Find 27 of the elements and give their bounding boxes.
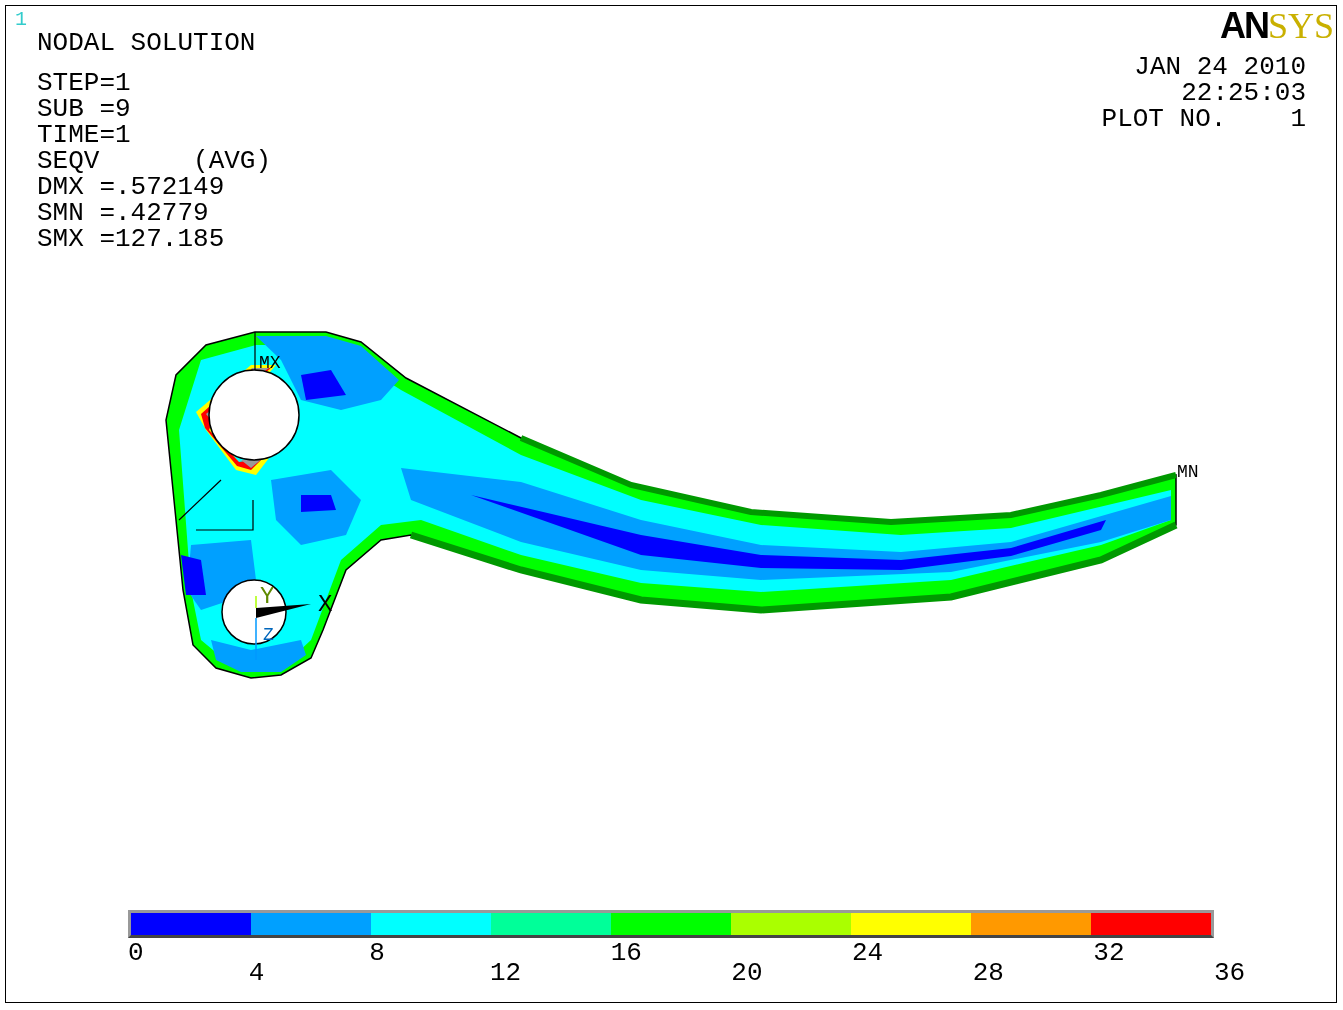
logo: ANSYS — [1219, 8, 1334, 44]
legend-value-label: 24 — [852, 940, 884, 966]
legend-value-label: 0 — [128, 940, 144, 966]
legend-value-label: 16 — [610, 940, 642, 966]
legend-value-label: 8 — [369, 940, 385, 966]
window-number: 1 — [15, 10, 28, 30]
plot-number-label: PLOT NO. — [1101, 106, 1227, 132]
z-axis-label: Z — [263, 625, 274, 645]
legend-value-label: 20 — [731, 960, 763, 986]
legend-value-label: 4 — [248, 960, 265, 986]
legend-value-label: 12 — [490, 960, 522, 986]
legend-value-label: 36 — [1214, 960, 1246, 986]
min-marker-label: MN — [1177, 462, 1199, 482]
result-info-line: SMN =.42779 — [37, 200, 210, 226]
plot-number: 1 — [1290, 106, 1306, 132]
result-info-line: TIME=1 — [37, 122, 132, 148]
result-info-line: SUB =9 — [37, 96, 132, 122]
result-info-line: STEP=1 — [37, 70, 132, 96]
plot-time: 22:25:03 — [1181, 80, 1306, 106]
plot-title: NODAL SOLUTION — [37, 30, 257, 56]
legend-value-label: 32 — [1093, 940, 1125, 966]
result-info-line: SMX =127.185 — [37, 226, 226, 252]
legend-value-label: 28 — [972, 960, 1004, 986]
result-info-line: DMX =.572149 — [37, 174, 225, 200]
result-info-line: SEQV (AVG) — [37, 148, 272, 174]
plot-date: JAN 24 2010 — [1134, 54, 1306, 80]
y-axis-label: Y — [260, 583, 275, 610]
